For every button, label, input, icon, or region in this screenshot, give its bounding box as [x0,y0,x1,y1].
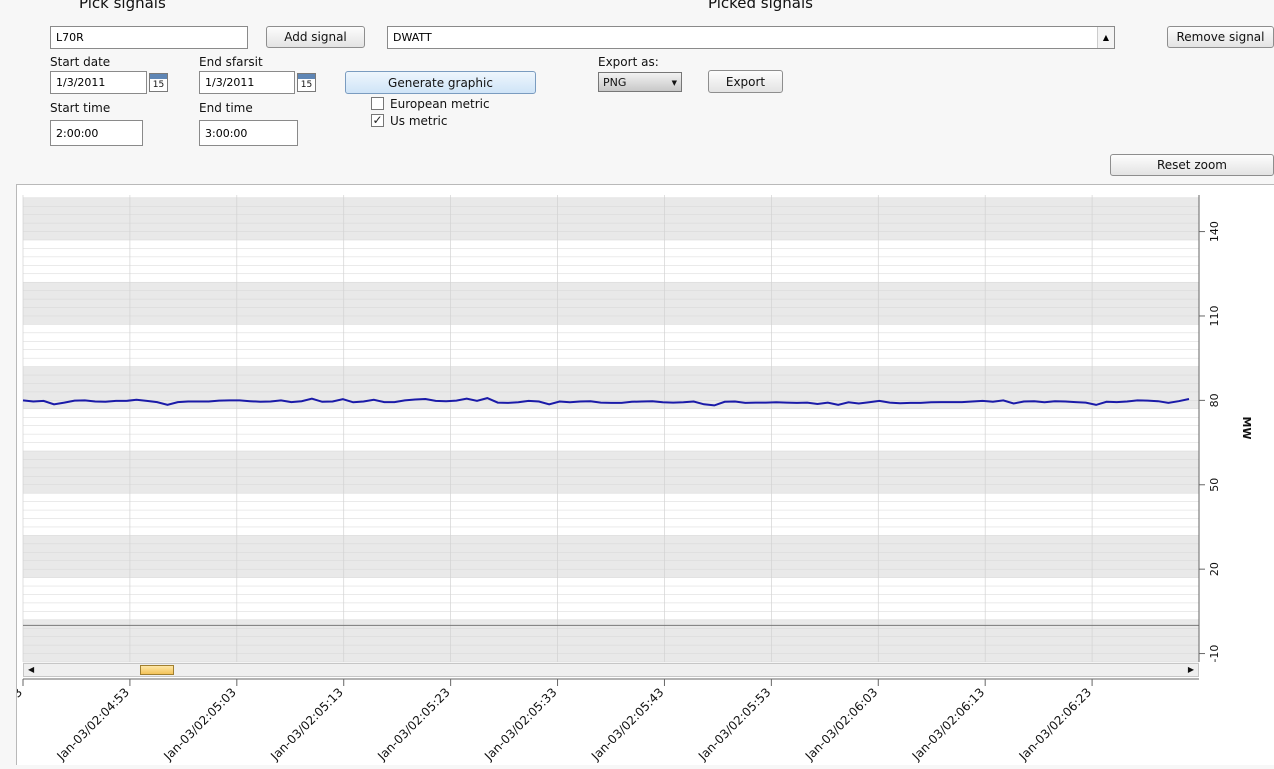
export-format-select[interactable]: PNG ▼ [598,72,682,92]
end-time-label: End time [199,101,253,115]
y-tick-label: 50 [1208,478,1221,492]
scroll-right-icon[interactable]: ▶ [1188,664,1194,676]
y-tick-label: 110 [1208,305,1221,326]
chart-band [23,535,1199,578]
export-format-value: PNG [603,75,627,89]
list-scroll-up-icon[interactable]: ▲ [1097,27,1114,48]
x-tick-label: Jan-03/02:05:53 [695,685,774,764]
x-tick-label: Jan-03/02:05:33 [481,685,560,764]
chart-band [23,282,1199,325]
y-tick-label: 140 [1208,221,1221,242]
end-date-label: End sfarsit [199,55,263,69]
remove-signal-button[interactable]: Remove signal [1167,26,1274,48]
x-tick-label: Jan-03/02:06:03 [802,685,881,764]
picked-signal-item[interactable]: DWATT [388,31,1097,44]
x-tick-label: Jan-03/02:05:03 [160,685,239,764]
scroll-thumb[interactable] [140,665,174,675]
x-tick-label: Jan-03/02:05:23 [374,685,453,764]
chart-band [23,197,1199,241]
generate-graphic-button[interactable]: Generate graphic [345,71,536,94]
add-signal-button[interactable]: Add signal [266,26,365,48]
european-metric-checkbox[interactable] [371,97,384,110]
y-tick-label: 80 [1208,393,1221,407]
start-date-calendar-icon[interactable]: 15 [149,73,168,92]
end-date-calendar-icon[interactable]: 15 [297,73,316,92]
european-metric-label: European metric [390,97,490,111]
end-time-input[interactable]: 3:00:00 [199,120,298,146]
start-date-label: Start date [50,55,111,69]
x-tick-label: Jan-03/02:04:43 [17,685,25,764]
y-axis-label: MW [1240,416,1253,439]
x-tick-label: Jan-03/02:06:23 [1016,685,1095,764]
y-tick-label: 20 [1208,562,1221,576]
start-date-input[interactable]: 1/3/2011 [50,71,147,94]
chevron-down-icon: ▼ [671,79,677,87]
chart-horizontal-scrollbar[interactable]: ◀ ▶ [23,663,1199,677]
pick-signals-title: Pick signals [79,0,166,12]
picked-signals-title: Picked signals [708,0,813,12]
signal-input[interactable]: L70R [50,26,248,49]
export-as-label: Export as: [598,55,659,69]
scroll-left-icon[interactable]: ◀ [28,664,34,676]
line-chart[interactable]: -10 20 50 80 110 140 MW Jan-03/02:04:43 Jan-03/0… [0,185,1274,766]
export-button[interactable]: Export [708,70,783,93]
reset-zoom-button[interactable]: Reset zoom [1110,154,1274,176]
end-date-input[interactable]: 1/3/2011 [199,71,295,94]
x-tick-label: Jan-03/02:06:13 [909,685,988,764]
chart-band [23,451,1199,494]
x-tick-label: Jan-03/02:05:13 [267,685,346,764]
picked-signals-list[interactable]: DWATT ▲ [387,26,1115,49]
chart-band [23,619,1199,662]
x-tick-label: Jan-03/02:04:53 [54,685,133,764]
x-tick-label: Jan-03/02:05:43 [588,685,667,764]
start-time-input[interactable]: 2:00:00 [50,120,143,146]
us-metric-checkbox[interactable]: ✓ [371,114,384,127]
start-time-label: Start time [50,101,111,115]
y-tick-label: -10 [1208,645,1221,663]
chart-panel: -10 20 50 80 110 140 MW Jan-03/02:04:43 Jan-03/0… [0,184,1274,766]
us-metric-label: Us metric [390,114,448,128]
